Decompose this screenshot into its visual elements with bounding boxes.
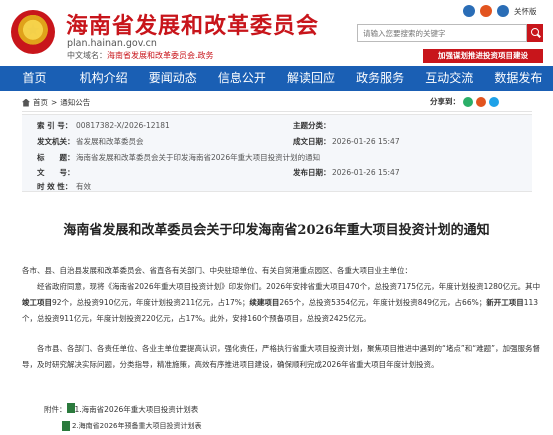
info-validity-value: 有效 (76, 182, 91, 191)
divider (22, 111, 532, 112)
share-weibo-icon[interactable] (476, 96, 486, 107)
site-sub-name: 海南省发展和改革委员会.政务 (107, 51, 214, 60)
p2-text-a: 经省政府同意，现将《海南省2026年重大项目投资计划》印发你们。2026年安排省… (37, 282, 541, 291)
info-topic: 主题分类： (293, 120, 332, 131)
weibo-icon[interactable] (480, 5, 492, 17)
search-input[interactable] (358, 25, 508, 41)
site-sub-prefix: 中文域名： (67, 51, 107, 60)
care-mode-link[interactable]: 关怀版 (514, 6, 537, 17)
info-date-value: 2026-01-26 15:47 (332, 137, 400, 146)
site-url: plan.hainan.gov.cn (67, 38, 157, 49)
share-bar: 分享到： (430, 96, 499, 107)
p2-bold-continuing: 续建项目 (249, 298, 280, 307)
site-header: 海南省发展和改革委员会 plan.hainan.gov.cn 中文域名：海南省发… (0, 0, 553, 66)
info-issuer-value: 省发展和改革委员会 (76, 137, 144, 146)
attachment-2-link[interactable]: 2.海南省2026年预备重大项目投资计划表 (72, 421, 202, 431)
info-date-key: 成文日期： (293, 137, 331, 146)
wechat-icon[interactable] (463, 5, 475, 17)
top-icon-bar: 关怀版 (463, 5, 537, 17)
info-pubdate: 发布日期： 2026-01-26 15:47 (293, 167, 400, 178)
article-paragraph-3: 各市县、各部门、各责任单位、各业主单位要提高认识，强化责任，严格执行省重大项目投… (22, 344, 541, 369)
nav-item-about[interactable]: 机构介绍 (69, 66, 138, 91)
breadcrumb-home[interactable]: 首页 (33, 97, 48, 108)
attachment-2: 2.海南省2026年预备重大项目投资计划表 (62, 421, 202, 431)
accessibility-icon[interactable] (497, 5, 509, 17)
info-validity: 时 效 性： 有效 (37, 181, 91, 192)
site-chinese-domain: 中文域名：海南省发展和改革委员会.政务 (67, 50, 214, 61)
article-paragraph-1: 各市、县、自治县发展和改革委员会、省直各有关部门、中央驻琼单位、有关自贸港重点园… (22, 266, 412, 275)
info-topic-key: 主题分类： (293, 121, 331, 130)
nav-item-news[interactable]: 要闻动态 (138, 66, 207, 91)
home-icon (22, 98, 30, 107)
info-pubdate-key: 发布日期： (293, 168, 331, 177)
info-pubdate-value: 2026-01-26 15:47 (332, 168, 400, 177)
excel-file-icon (62, 421, 70, 431)
nav-item-home[interactable]: 首页 (0, 66, 69, 91)
attachment-1-link[interactable]: 1.海南省2026年重大项目投资计划表 (75, 405, 199, 414)
search-button[interactable] (527, 24, 543, 42)
info-validity-key: 时 效 性： (37, 182, 73, 191)
nav-item-interpretation[interactable]: 解读回应 (277, 66, 346, 91)
info-date: 成文日期： 2026-01-26 15:47 (293, 136, 400, 147)
share-label: 分享到： (430, 97, 460, 106)
p2-bold-new: 新开工项目 (486, 298, 524, 307)
info-index-key: 索 引 号： (37, 121, 73, 130)
info-issuer: 发文机关： 省发展和改革委员会 (37, 136, 144, 147)
nav-item-services[interactable]: 政务服务 (346, 66, 415, 91)
info-issuer-key: 发文机关： (37, 137, 75, 146)
info-index-value: 00817382-X/2026-12181 (76, 121, 170, 130)
share-wechat-icon[interactable] (463, 96, 473, 107)
info-docno-key: 文 号： (37, 168, 75, 177)
national-emblem-logo (11, 10, 55, 54)
document-info-table: 索 引 号： 00817382-X/2026-12181 主题分类： 发文机关：省… (22, 114, 532, 192)
attachment-1: 附件： 1.海南省2026年重大项目投资计划表 (44, 403, 198, 415)
nav-item-disclosure[interactable]: 信息公开 (207, 66, 276, 91)
search-box (357, 24, 527, 42)
article-title: 海南省发展和改革委员会关于印发海南省2026年重大项目投资计划的通知 (63, 223, 490, 238)
p2-text-d: 265个，总投资5354亿元，年度计划投资849亿元，占66%； (279, 298, 487, 307)
nav-item-interaction[interactable]: 互动交流 (415, 66, 484, 91)
main-nav: 首页 机构介绍 要闻动态 信息公开 解读回应 政务服务 互动交流 数据发布 (0, 66, 553, 91)
p2-bold-completed: 竣工项目 (22, 298, 52, 307)
info-title-value: 海南省发展和改革委员会关于印发海南省2026年重大项目投资计划的通知 (76, 153, 321, 162)
attachment-label: 附件： (44, 405, 67, 414)
info-title-key: 标 题： (37, 153, 75, 162)
breadcrumb: 首页 > 通知公告 (22, 97, 90, 108)
breadcrumb-current[interactable]: 通知公告 (60, 97, 90, 108)
promo-banner-button[interactable]: 加强谋划推进投资项目建设 (423, 49, 543, 63)
info-title: 标 题： 海南省发展和改革委员会关于印发海南省2026年重大项目投资计划的通知 (37, 152, 320, 163)
article-paragraph-2: 经省政府同意，现将《海南省2026年重大项目投资计划》印发你们。2026年安排省… (22, 279, 542, 327)
info-index: 索 引 号： 00817382-X/2026-12181 (37, 120, 170, 131)
share-qq-icon[interactable] (489, 96, 499, 107)
breadcrumb-separator: > (51, 98, 58, 107)
info-docno: 文 号： (37, 167, 76, 178)
site-title[interactable]: 海南省发展和改革委员会 (66, 8, 319, 40)
nav-item-data[interactable]: 数据发布 (484, 66, 553, 91)
p2-text-c: 92个，总投资910亿元，年度计划投资211亿元，占17%； (52, 298, 250, 307)
excel-file-icon (66, 403, 75, 413)
